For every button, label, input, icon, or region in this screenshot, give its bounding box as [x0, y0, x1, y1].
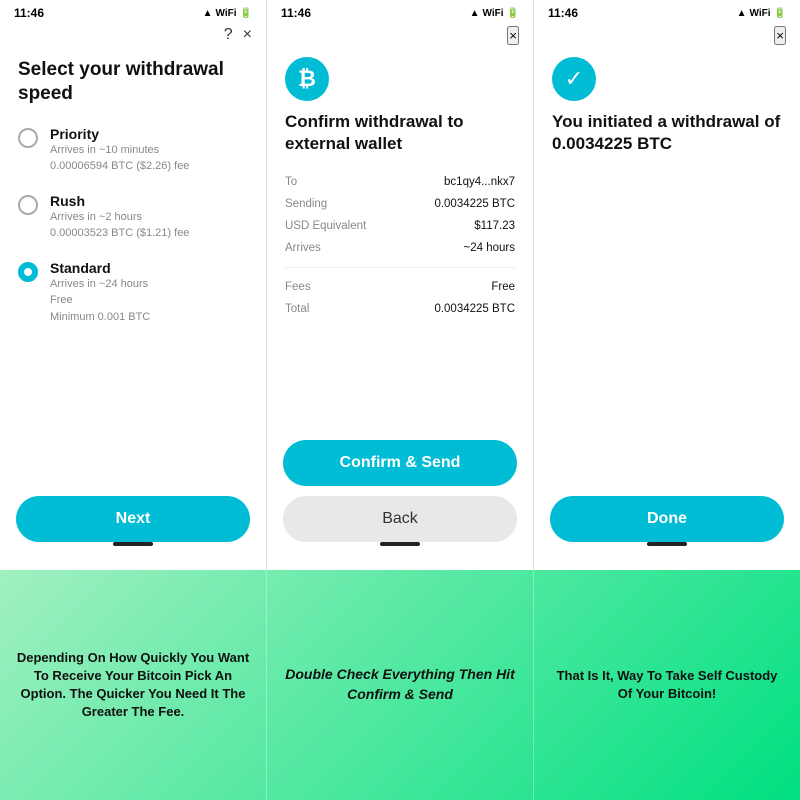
status-icons-2: ▲ WiFi 🔋: [470, 8, 519, 19]
option-rush-name: Rush: [50, 193, 189, 209]
screen2-footer: Confirm & Send Back: [267, 430, 533, 570]
option-standard-detail1: Arrives in ~24 hours: [50, 276, 150, 293]
battery-icon-3: 🔋: [774, 8, 786, 19]
screen2-title: Confirm withdrawal to external wallet: [285, 111, 515, 155]
next-button[interactable]: Next: [16, 496, 250, 542]
detail-row-usd: USD Equivalent $117.23: [285, 215, 515, 237]
screen-withdrawal-speed: 11:46 ▲ WiFi 🔋 ? × Select your withdrawa…: [0, 0, 267, 570]
detail-value-usd: $117.23: [389, 215, 516, 237]
screen-confirm-withdrawal: 11:46 ▲ WiFi 🔋 × ₿ Confirm withdrawal to…: [267, 0, 534, 570]
detail-row-arrives: Arrives ~24 hours: [285, 237, 515, 259]
status-bar-1: 11:46 ▲ WiFi 🔋: [0, 0, 266, 24]
radio-rush[interactable]: [18, 195, 38, 215]
status-bar-3: 11:46 ▲ WiFi 🔋: [534, 0, 800, 24]
status-icons-3: ▲ WiFi 🔋: [737, 8, 786, 19]
screen3-body: ✓ You initiated a withdrawal of 0.003422…: [534, 51, 800, 486]
status-bar-2: 11:46 ▲ WiFi 🔋: [267, 0, 533, 24]
option-standard-detail2: Free: [50, 292, 150, 309]
signal-icon-3: ▲: [737, 8, 747, 19]
status-time-2: 11:46: [281, 6, 311, 20]
option-priority-detail2: 0.00006594 BTC ($2.26) fee: [50, 158, 189, 175]
detail-label-to: To: [285, 171, 389, 193]
home-indicator-3: [647, 542, 687, 546]
screen3-footer: Done: [534, 486, 800, 570]
option-priority-detail1: Arrives in ~10 minutes: [50, 142, 189, 159]
option-rush-detail1: Arrives in ~2 hours: [50, 209, 189, 226]
detail-value-total: 0.0034225 BTC: [389, 298, 516, 320]
detail-table-2: Fees Free Total 0.0034225 BTC: [285, 276, 515, 320]
screen1-footer: Next: [0, 486, 266, 570]
detail-row-fees: Fees Free: [285, 276, 515, 298]
wifi-icon-3: WiFi: [750, 8, 771, 19]
screen1-title: Select your withdrawal speed: [18, 58, 248, 106]
screen1-header: ? ×: [0, 24, 266, 50]
detail-label-sending: Sending: [285, 193, 389, 215]
status-time-1: 11:46: [14, 6, 44, 20]
back-button[interactable]: Back: [283, 496, 517, 542]
wifi-icon-2: WiFi: [483, 8, 504, 19]
close-button-3[interactable]: ×: [774, 26, 786, 45]
wifi-icon-1: WiFi: [216, 8, 237, 19]
screen2-header: ×: [267, 24, 533, 51]
detail-value-to: bc1qy4...nkx7: [389, 171, 516, 193]
divider: [285, 267, 515, 268]
check-icon: ✓: [552, 57, 596, 101]
home-indicator-2: [380, 542, 420, 546]
battery-icon-2: 🔋: [507, 8, 519, 19]
option-standard-detail3: Minimum 0.001 BTC: [50, 309, 150, 326]
option-priority-name: Priority: [50, 126, 189, 142]
signal-icon-2: ▲: [470, 8, 480, 19]
detail-row-to: To bc1qy4...nkx7: [285, 171, 515, 193]
caption-text-1: Depending On How Quickly You Want To Rec…: [14, 649, 252, 722]
option-rush-detail2: 0.00003523 BTC ($1.21) fee: [50, 225, 189, 242]
help-button[interactable]: ?: [224, 26, 233, 44]
detail-value-arrives: ~24 hours: [389, 237, 516, 259]
signal-icon-1: ▲: [203, 8, 213, 19]
screen2-body: ₿ Confirm withdrawal to external wallet …: [267, 51, 533, 430]
screens-row: 11:46 ▲ WiFi 🔋 ? × Select your withdrawa…: [0, 0, 800, 570]
detail-row-total: Total 0.0034225 BTC: [285, 298, 515, 320]
caption-text-2: Double Check Everything Then Hit Confirm…: [281, 665, 519, 704]
radio-priority[interactable]: [18, 128, 38, 148]
close-button-2[interactable]: ×: [507, 26, 519, 45]
screen3-title: You initiated a withdrawal of 0.0034225 …: [552, 111, 782, 155]
btc-icon: ₿: [285, 57, 329, 101]
detail-label-usd: USD Equivalent: [285, 215, 389, 237]
confirm-send-button[interactable]: Confirm & Send: [283, 440, 517, 486]
done-button[interactable]: Done: [550, 496, 784, 542]
option-standard[interactable]: Standard Arrives in ~24 hours Free Minim…: [18, 260, 248, 326]
caption-cell-3: That Is It, Way To Take Self Custody Of …: [534, 570, 800, 800]
option-priority[interactable]: Priority Arrives in ~10 minutes 0.000065…: [18, 126, 248, 175]
screen1-body: Select your withdrawal speed Priority Ar…: [0, 50, 266, 486]
detail-label-arrives: Arrives: [285, 237, 389, 259]
status-icons-1: ▲ WiFi 🔋: [203, 8, 252, 19]
caption-cell-1: Depending On How Quickly You Want To Rec…: [0, 570, 267, 800]
detail-row-sending: Sending 0.0034225 BTC: [285, 193, 515, 215]
screen3-header: ×: [534, 24, 800, 51]
option-rush[interactable]: Rush Arrives in ~2 hours 0.00003523 BTC …: [18, 193, 248, 242]
detail-label-fees: Fees: [285, 276, 389, 298]
battery-icon-1: 🔋: [240, 8, 252, 19]
caption-cell-2: Double Check Everything Then Hit Confirm…: [267, 570, 534, 800]
detail-table-1: To bc1qy4...nkx7 Sending 0.0034225 BTC U…: [285, 171, 515, 259]
close-button-1[interactable]: ×: [243, 26, 252, 44]
captions-row: Depending On How Quickly You Want To Rec…: [0, 570, 800, 800]
detail-value-sending: 0.0034225 BTC: [389, 193, 516, 215]
detail-value-fees: Free: [389, 276, 516, 298]
radio-standard[interactable]: [18, 262, 38, 282]
option-standard-name: Standard: [50, 260, 150, 276]
caption-text-3: That Is It, Way To Take Self Custody Of …: [548, 667, 786, 703]
detail-label-total: Total: [285, 298, 389, 320]
screen-withdrawal-initiated: 11:46 ▲ WiFi 🔋 × ✓ You initiated a withd…: [534, 0, 800, 570]
status-time-3: 11:46: [548, 6, 578, 20]
home-indicator-1: [113, 542, 153, 546]
